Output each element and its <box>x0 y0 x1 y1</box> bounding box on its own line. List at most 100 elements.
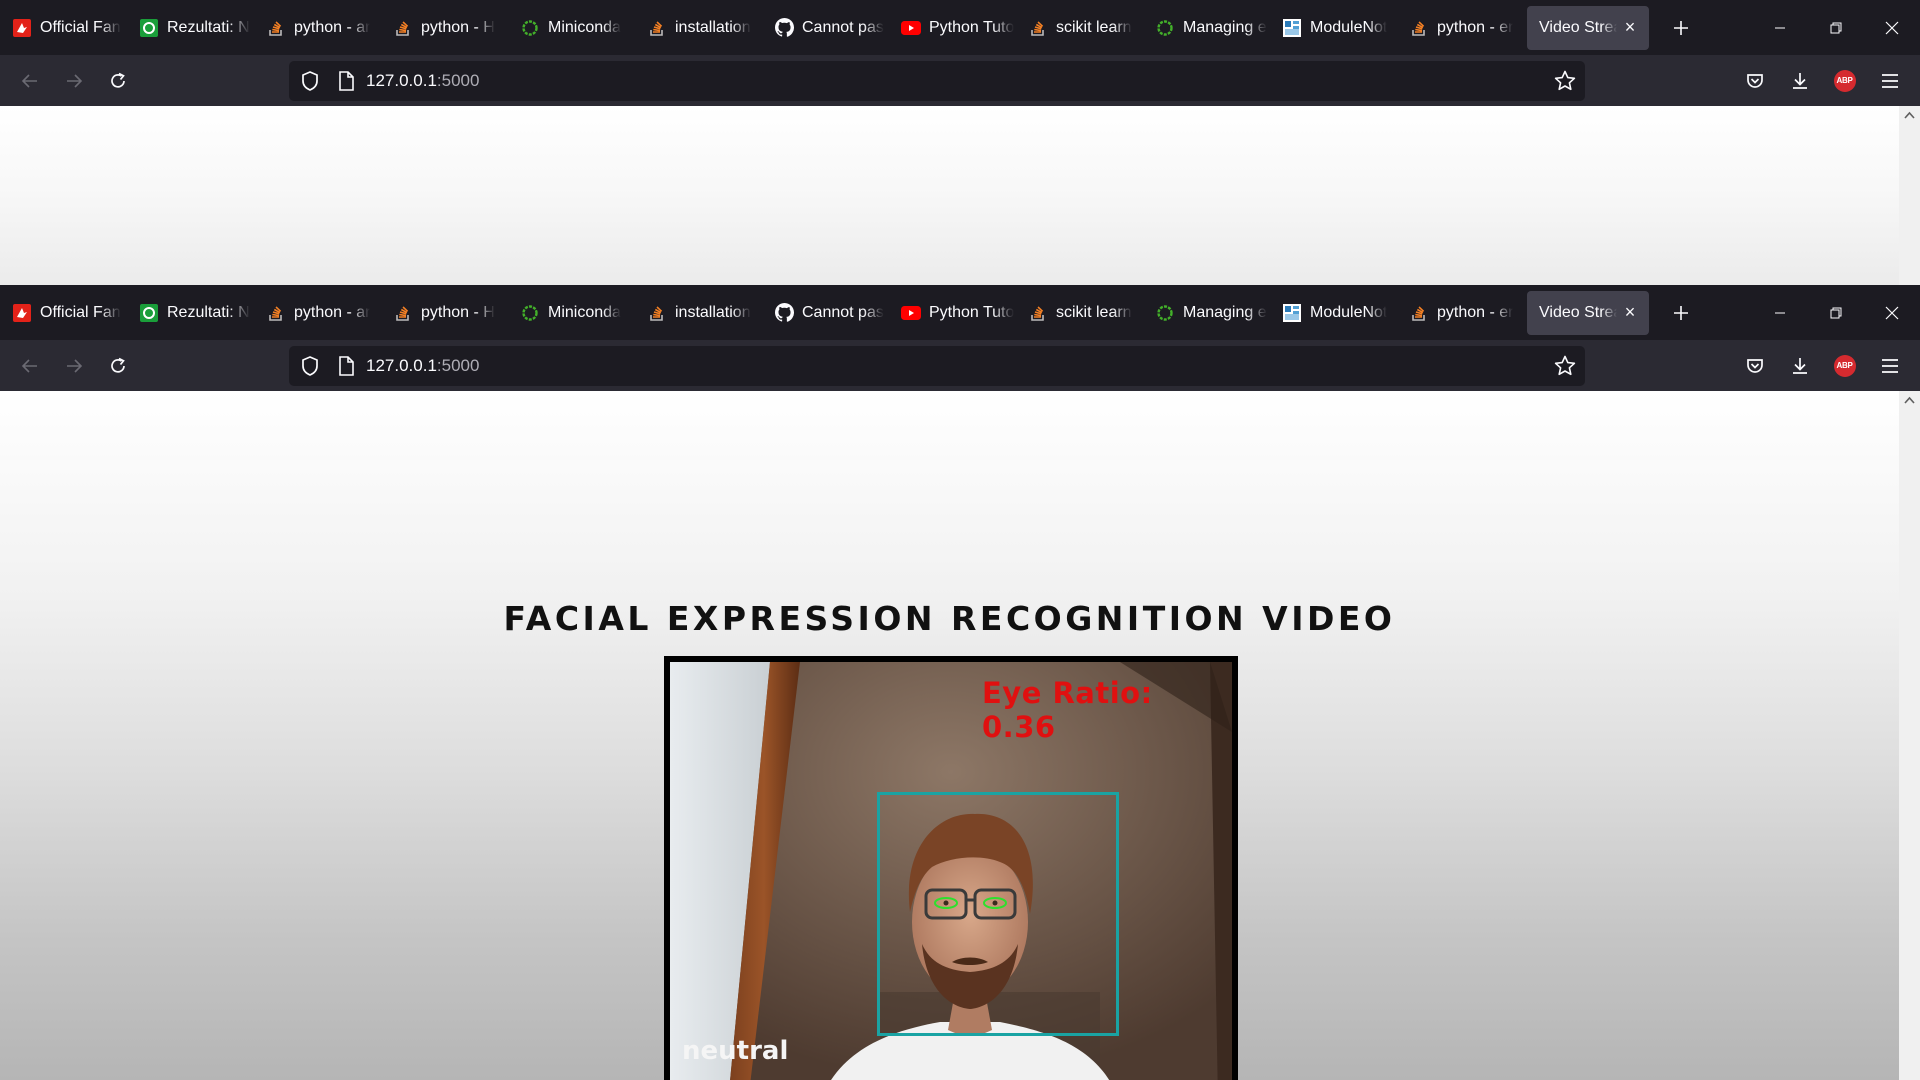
tab-rezultati[interactable]: Rezultati: N <box>127 291 254 335</box>
plus-icon <box>1674 20 1688 35</box>
tab-modulenot[interactable]: ModuleNot <box>1270 6 1397 50</box>
app-menu-button[interactable] <box>1867 346 1912 386</box>
restore-button[interactable] <box>1808 0 1864 55</box>
forward-button[interactable] <box>52 61 96 101</box>
arrow-right-icon <box>67 358 83 373</box>
tab-python-ar[interactable]: python - ar <box>254 6 381 50</box>
minimize-icon <box>1775 27 1785 28</box>
url-text[interactable]: 127.0.0.1:5000 <box>366 71 479 91</box>
tab-label: Managing e <box>1183 303 1267 321</box>
tab-label: python - er <box>1437 18 1514 36</box>
github-icon <box>774 303 794 323</box>
tab-python-ar[interactable]: python - ar <box>254 291 381 335</box>
vertical-scrollbar[interactable] <box>1899 106 1920 285</box>
close-window-button[interactable] <box>1864 285 1920 340</box>
close-tab-icon[interactable]: × <box>1620 17 1640 37</box>
reload-button[interactable] <box>96 61 140 101</box>
conda-icon <box>520 303 540 323</box>
url-bar[interactable]: 127.0.0.1:5000 <box>289 346 1585 386</box>
tab-label: Python Tuto <box>929 303 1015 321</box>
reload-button[interactable] <box>96 346 140 386</box>
minimize-button[interactable] <box>1752 285 1808 340</box>
tab-label: Managing e <box>1183 18 1267 36</box>
youtube-icon <box>901 18 921 38</box>
url-bar[interactable]: 127.0.0.1:5000 <box>289 61 1585 101</box>
new-tab-button[interactable] <box>1661 293 1701 333</box>
stackoverflow-icon <box>393 18 413 38</box>
arrow-right-icon <box>67 73 83 88</box>
downloads-button[interactable] <box>1777 346 1822 386</box>
tab-python-er[interactable]: python - er <box>1397 291 1524 335</box>
tab-label: Miniconda <box>548 303 621 321</box>
tab-modulenot[interactable]: ModuleNot <box>1270 291 1397 335</box>
scroll-up-arrow-icon[interactable] <box>1902 108 1917 123</box>
tab-python-tuto[interactable]: Python Tuto <box>889 6 1016 50</box>
close-tab-icon[interactable]: × <box>1620 302 1640 322</box>
tab-scikit-learn[interactable]: scikit learn <box>1016 6 1143 50</box>
tab-installation[interactable]: installation <box>635 291 762 335</box>
tab-label: installation <box>675 18 751 36</box>
hamburger-menu-icon <box>1881 358 1898 373</box>
scroll-up-arrow-icon[interactable] <box>1902 393 1917 408</box>
pocket-button[interactable] <box>1732 61 1777 101</box>
tab-cannot-pas[interactable]: Cannot pas <box>762 6 889 50</box>
tab-python-er[interactable]: python - er <box>1397 6 1524 50</box>
video-stream-frame: Eye Ratio: 0.36 neutral <box>664 656 1238 1080</box>
url-text[interactable]: 127.0.0.1:5000 <box>366 356 479 376</box>
pocket-button[interactable] <box>1732 346 1777 386</box>
module-favicon-icon <box>1282 18 1302 38</box>
url-port: :5000 <box>436 71 480 90</box>
back-button[interactable] <box>8 61 52 101</box>
tab-cannot-pas[interactable]: Cannot pas <box>762 291 889 335</box>
tab-python-h[interactable]: python - H <box>381 6 508 50</box>
tracking-shield-icon[interactable] <box>299 70 321 92</box>
bookmark-star-icon[interactable] <box>1553 69 1577 93</box>
tab-label: Official Fan <box>40 303 121 321</box>
adblock-plus-button[interactable]: ABP <box>1822 346 1867 386</box>
stackoverflow-icon <box>1409 18 1429 38</box>
tab-label: ModuleNot <box>1310 18 1388 36</box>
window-controls <box>1752 0 1920 55</box>
bookmark-star-icon[interactable] <box>1553 354 1577 378</box>
tab-video-stream[interactable]: Video Stream× <box>1527 290 1649 335</box>
adblock-plus-button[interactable]: ABP <box>1822 61 1867 101</box>
minimize-button[interactable] <box>1752 0 1808 55</box>
downloads-button[interactable] <box>1777 61 1822 101</box>
tracking-shield-icon[interactable] <box>299 355 321 377</box>
tab-managing[interactable]: Managing e <box>1143 291 1270 335</box>
conda-icon <box>520 18 540 38</box>
tab-official-fan[interactable]: Official Fan <box>0 6 127 50</box>
page-viewport: FACIAL EXPRESSION RECOGNITION VIDEO Eye … <box>0 391 1920 1080</box>
tab-python-tuto[interactable]: Python Tuto <box>889 291 1016 335</box>
tab-label: python - ar <box>294 303 371 321</box>
tab-label: Cannot pas <box>802 18 884 36</box>
tab-scikit-learn[interactable]: scikit learn <box>1016 291 1143 335</box>
face-detection-box <box>877 792 1119 1036</box>
stackoverflow-icon <box>266 18 286 38</box>
browser-window-top: Official Fan Rezultati: N python - ar py… <box>0 0 1920 285</box>
vertical-scrollbar[interactable] <box>1899 391 1920 1080</box>
forward-button[interactable] <box>52 346 96 386</box>
new-tab-button[interactable] <box>1661 8 1701 48</box>
tab-managing[interactable]: Managing e <box>1143 6 1270 50</box>
toolbar-right-buttons: ABP <box>1732 55 1920 106</box>
arrow-left-icon <box>21 358 37 373</box>
restore-button[interactable] <box>1808 285 1864 340</box>
tab-official-fan[interactable]: Official Fan <box>0 291 127 335</box>
tab-miniconda[interactable]: Miniconda <box>508 6 635 50</box>
page-info-icon[interactable] <box>335 355 357 377</box>
adblock-plus-icon: ABP <box>1833 69 1856 92</box>
tab-label: Video Stream <box>1539 18 1617 36</box>
tab-video-stream[interactable]: Video Stream× <box>1527 5 1649 50</box>
back-button[interactable] <box>8 346 52 386</box>
tab-label: python - H <box>421 18 495 36</box>
page-info-icon[interactable] <box>335 70 357 92</box>
tab-installation[interactable]: installation <box>635 6 762 50</box>
tab-python-h[interactable]: python - H <box>381 291 508 335</box>
app-menu-button[interactable] <box>1867 61 1912 101</box>
tab-label: Video Stream <box>1539 303 1617 321</box>
close-window-button[interactable] <box>1864 0 1920 55</box>
tab-miniconda[interactable]: Miniconda <box>508 291 635 335</box>
tab-rezultati[interactable]: Rezultati: N <box>127 6 254 50</box>
adblock-plus-icon: ABP <box>1833 354 1856 377</box>
